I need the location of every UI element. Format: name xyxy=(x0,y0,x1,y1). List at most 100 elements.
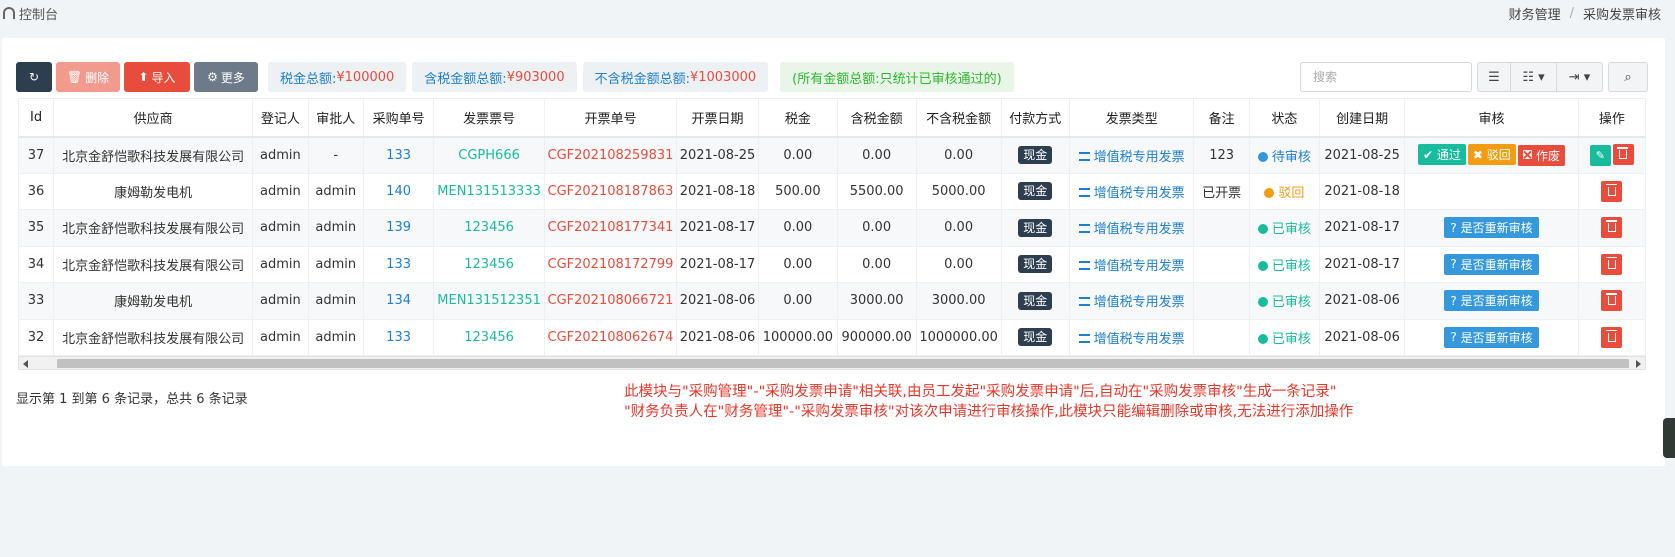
trash-icon xyxy=(1605,329,1617,342)
export-button[interactable]: ⇥ ▾ xyxy=(1557,62,1603,92)
cell-po-link[interactable]: 133 xyxy=(362,136,435,174)
cell-pay: 现金 xyxy=(1000,282,1070,320)
toggle-view-button[interactable]: ☰ xyxy=(1477,62,1511,92)
search-input[interactable] xyxy=(1300,62,1472,92)
column-header[interactable]: 审批人 xyxy=(307,98,364,138)
delete-row-button[interactable] xyxy=(1601,180,1623,202)
cell-po-link[interactable]: 139 xyxy=(362,209,435,247)
cell-incl: 0.00 xyxy=(836,245,917,283)
import-button[interactable]: ⬆︎ 导入 xyxy=(124,62,190,92)
cell-po-link[interactable]: 133 xyxy=(362,318,435,356)
cell-pay: 现金 xyxy=(1000,172,1070,210)
column-header[interactable]: 采购单号 xyxy=(362,98,435,138)
column-header[interactable]: 税金 xyxy=(757,98,838,138)
top-bar: 控制台 财务管理 / 采购发票审核 xyxy=(0,0,1675,26)
invoice-type-label: 增值税专用发票 xyxy=(1093,258,1185,274)
column-header[interactable]: 含税金额 xyxy=(836,98,917,138)
scroll-right-icon[interactable] xyxy=(1636,360,1641,368)
reaudit-button[interactable]: ? 是否重新审核 xyxy=(1444,326,1539,348)
reaudit-label: 是否重新审核 xyxy=(1460,221,1533,236)
delete-row-button[interactable] xyxy=(1601,326,1623,348)
column-header[interactable]: Id xyxy=(17,98,55,138)
column-header[interactable]: 发票类型 xyxy=(1068,98,1195,138)
reject-button[interactable]: ✖︎ 驳回 xyxy=(1467,144,1516,166)
delete-row-button[interactable] xyxy=(1601,217,1623,239)
cell-ops xyxy=(1577,245,1647,283)
cell-type: 增值税专用发票 xyxy=(1068,318,1195,356)
delete-row-button[interactable] xyxy=(1601,290,1623,312)
cell-status: 待审核 xyxy=(1248,136,1321,174)
cell-audit: ✔︎ 通过 ✖︎ 驳回 ❎︎ 作废 xyxy=(1404,136,1579,174)
delete-row-button[interactable] xyxy=(1601,253,1623,275)
column-header[interactable]: 状态 xyxy=(1248,98,1321,138)
breadcrumb-item-finance[interactable]: 财务管理 xyxy=(1509,4,1561,23)
delete-row-button[interactable] xyxy=(1612,144,1634,165)
invoice-type: 增值税专用发票 xyxy=(1078,150,1185,165)
cell-invoice-no: MEN131513333 xyxy=(433,172,545,210)
trash-icon xyxy=(1605,220,1617,233)
search-button[interactable]: ⌕ xyxy=(1608,62,1648,92)
list-icon: ☰ xyxy=(1488,69,1500,85)
side-handle[interactable] xyxy=(1663,418,1675,458)
cell-registrar: admin xyxy=(252,282,309,320)
cell-incl: 900000.00 xyxy=(836,318,917,356)
reaudit-button[interactable]: ? 是否重新审核 xyxy=(1444,217,1539,239)
delete-button[interactable]: 🗑︎ 删除 xyxy=(56,62,120,92)
column-header[interactable]: 操作 xyxy=(1577,98,1647,138)
column-header[interactable]: 付款方式 xyxy=(1000,98,1070,138)
status-badge: 驳回 xyxy=(1264,186,1304,201)
column-header[interactable]: 开票日期 xyxy=(675,98,759,138)
status-dot-icon xyxy=(1257,260,1268,271)
search-icon: ⌕ xyxy=(1624,69,1632,85)
cell-tax: 500.00 xyxy=(757,172,838,210)
cell-approver: - xyxy=(307,136,364,174)
column-header[interactable]: 审核 xyxy=(1404,98,1579,138)
module-note-line-1: 此模块与"采购管理"-"采购发票申请"相关联,由员工发起"采购发票申请"后,自动… xyxy=(624,384,1337,400)
cell-date: 2021-08-06 xyxy=(675,318,759,356)
column-header[interactable]: 开票单号 xyxy=(543,98,677,138)
scrollbar-thumb[interactable] xyxy=(57,359,1629,368)
pass-label: 通过 xyxy=(1436,148,1461,163)
pass-button[interactable]: ✔︎ 通过 xyxy=(1418,144,1466,166)
cell-type: 增值税专用发票 xyxy=(1068,282,1195,320)
dashboard-link[interactable]: 控制台 xyxy=(3,4,58,23)
column-header[interactable]: 供应商 xyxy=(53,98,254,138)
reaudit-label: 是否重新审核 xyxy=(1460,294,1533,309)
scroll-left-icon[interactable] xyxy=(23,360,28,368)
pay-badge: 现金 xyxy=(1018,255,1053,274)
cell-remark: 已开票 xyxy=(1193,172,1250,210)
cell-po-link[interactable]: 133 xyxy=(362,245,435,283)
horizontal-scrollbar[interactable] xyxy=(18,356,1646,370)
reaudit-button[interactable]: ? 是否重新审核 xyxy=(1444,253,1539,275)
cell-pay: 现金 xyxy=(1000,318,1070,356)
cell-invoice-no: 123456 xyxy=(433,245,545,283)
columns-button[interactable]: ☷ ▾ xyxy=(1511,62,1557,92)
cell-supplier: 康姆勒发电机 xyxy=(53,282,254,320)
more-button[interactable]: ⚙︎ 更多 xyxy=(194,62,258,92)
void-button[interactable]: ❎︎ 作废 xyxy=(1517,144,1565,166)
cell-audit: ? 是否重新审核 xyxy=(1404,209,1579,247)
column-header[interactable]: 不含税金额 xyxy=(915,98,1002,138)
table-row: 37 北京金舒恺歌科技发展有限公司 admin -133 CGPH666 CGF20210… xyxy=(17,136,1647,174)
column-header[interactable]: 发票票号 xyxy=(433,98,545,138)
pencil-icon: ✎ xyxy=(1595,149,1605,162)
cell-po-link[interactable]: 134 xyxy=(362,282,435,320)
breadcrumb: 财务管理 / 采购发票审核 xyxy=(1509,4,1661,23)
cell-excl: 1000000.00 xyxy=(915,318,1002,356)
pay-badge: 现金 xyxy=(1018,291,1053,310)
refresh-button[interactable]: ↻ xyxy=(16,62,52,92)
export-icon: ⇥ ▾ xyxy=(1568,69,1591,85)
status-badge: 待审核 xyxy=(1257,150,1311,165)
column-header[interactable]: 创建日期 xyxy=(1319,98,1406,138)
edit-button[interactable]: ✎ xyxy=(1589,145,1611,166)
column-header[interactable]: 登记人 xyxy=(252,98,309,138)
incl-tax-total-label: 含税金额总额: xyxy=(424,71,507,87)
invoice-type-icon xyxy=(1078,151,1090,161)
cell-id: 37 xyxy=(17,136,55,174)
cell-supplier: 北京金舒恺歌科技发展有限公司 xyxy=(53,318,254,356)
column-header[interactable]: 备注 xyxy=(1193,98,1250,138)
cell-po-link[interactable]: 140 xyxy=(362,172,435,210)
invoice-type-icon xyxy=(1078,224,1090,234)
reaudit-button[interactable]: ? 是否重新审核 xyxy=(1444,290,1539,312)
cell-id: 34 xyxy=(17,245,55,283)
